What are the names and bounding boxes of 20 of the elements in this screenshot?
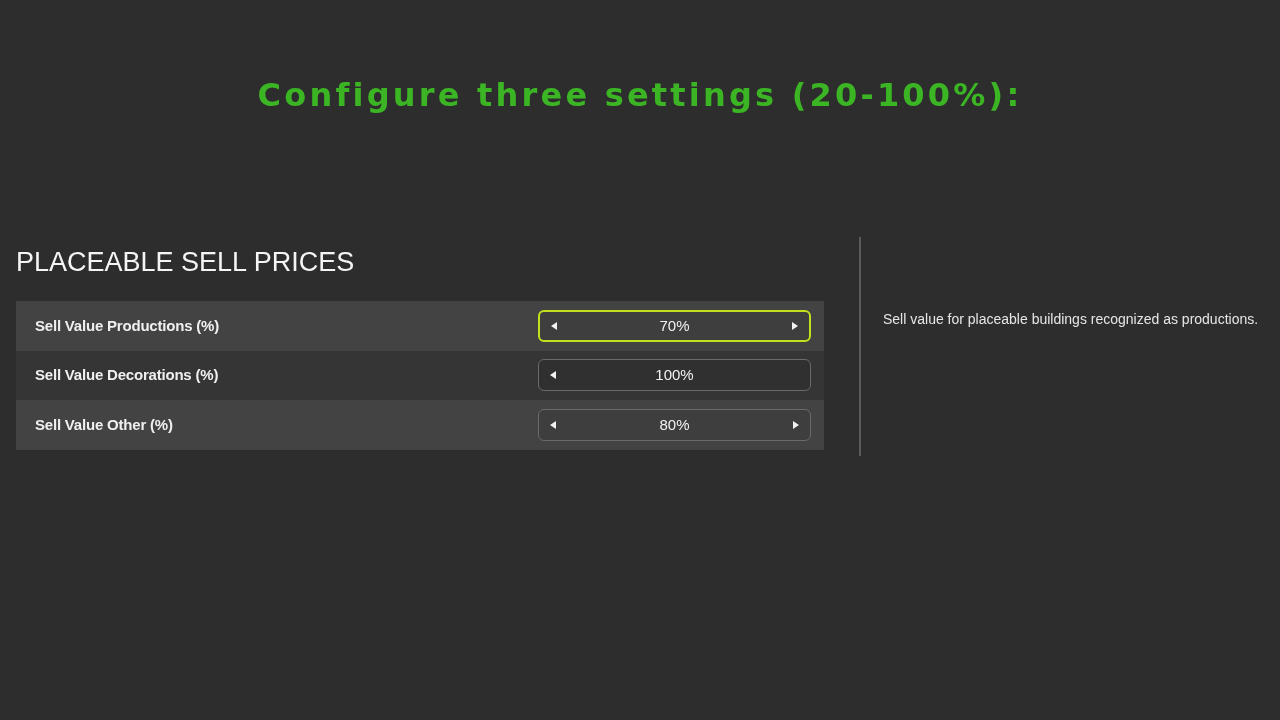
right-triangle-icon[interactable]: [793, 420, 799, 429]
setting-row[interactable]: Sell Value Other (%) 80%: [16, 400, 824, 450]
left-triangle-icon[interactable]: [550, 420, 556, 429]
value-stepper[interactable]: 80%: [538, 408, 811, 441]
stepper-value: 70%: [659, 315, 690, 336]
setting-row[interactable]: Sell Value Decorations (%) 100%: [16, 350, 824, 400]
banner-title: Configure three settings (20-100%):: [257, 75, 1023, 116]
value-stepper[interactable]: 70%: [538, 309, 811, 342]
setting-row[interactable]: Sell Value Productions (%) 70%: [16, 301, 824, 351]
stepper-value: 80%: [659, 414, 690, 435]
setting-label: Sell Value Decorations (%): [35, 365, 219, 385]
stepper-value: 100%: [655, 365, 694, 385]
setting-label: Sell Value Productions (%): [35, 315, 219, 336]
left-triangle-icon[interactable]: [551, 321, 557, 330]
right-triangle-icon[interactable]: [792, 321, 798, 330]
setting-label: Sell Value Other (%): [35, 414, 173, 435]
left-triangle-icon[interactable]: [550, 371, 556, 380]
section-heading: PLACEABLE SELL PRICES: [16, 246, 356, 279]
description-text: Sell value for placeable buildings recognized as productions.: [883, 310, 1259, 329]
value-stepper[interactable]: 100%: [538, 359, 811, 392]
